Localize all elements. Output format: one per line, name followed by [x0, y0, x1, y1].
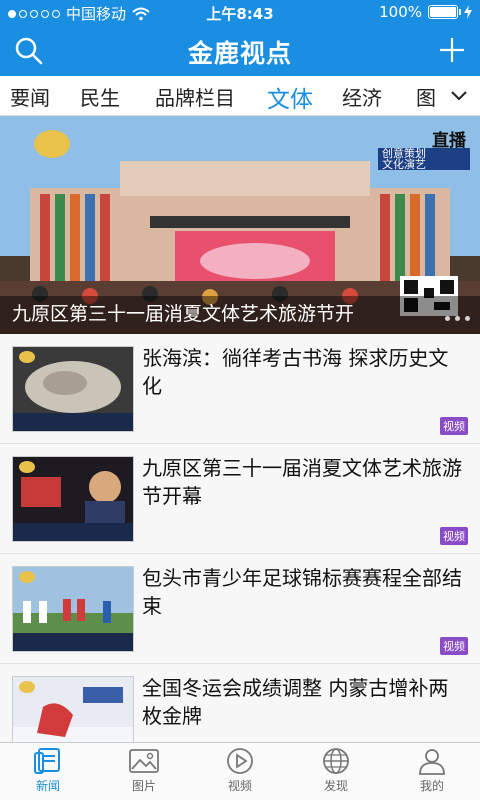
category-tabs: 要闻 民生 品牌栏目 文体 经济 图	[0, 76, 480, 116]
banner-caption: 九原区第三十一届消夏文体艺术旅游节开	[12, 303, 355, 325]
nav-profile[interactable]: 我的	[384, 747, 480, 794]
news-thumbnail	[12, 456, 134, 542]
status-bar: 中国移动 上午8:43 100%	[0, 0, 480, 24]
news-thumbnail	[12, 676, 134, 742]
nav-video[interactable]: 视频	[192, 747, 288, 794]
news-list: 张海滨：徜徉考古书海 探求历史文化 视频 九原区第三十一届消夏文体艺术旅游节开幕…	[0, 334, 480, 742]
plus-icon[interactable]	[438, 36, 466, 64]
battery-icon	[428, 5, 461, 19]
featured-banner[interactable]: 直播 创意策划 文化演艺 九原区第三十一届消夏文体艺术旅游节开	[0, 116, 480, 334]
app-header: 金鹿视点	[0, 24, 480, 76]
news-title: 包头市青少年足球锦标赛赛程全部结束	[142, 566, 462, 618]
list-item[interactable]: 全国冬运会成绩调整 内蒙古增补两枚金牌	[0, 664, 480, 742]
news-thumbnail	[12, 566, 134, 652]
battery-percent: 100%	[379, 3, 422, 21]
nav-images[interactable]: 图片	[96, 747, 192, 794]
tab-minsheng[interactable]: 民生	[80, 82, 120, 111]
image-icon	[129, 749, 159, 773]
expand-tabs-button[interactable]	[438, 76, 480, 115]
app-title: 金鹿视点	[187, 39, 292, 68]
top-bar: 中国移动 上午8:43 100% 金鹿视点	[0, 0, 480, 76]
tab-brand-columns[interactable]: 品牌栏目	[155, 82, 235, 111]
news-title: 全国冬运会成绩调整 内蒙古增补两枚金牌	[142, 676, 449, 728]
list-item[interactable]: 包头市青少年足球锦标赛赛程全部结束 视频	[0, 554, 480, 664]
nav-news[interactable]: 新闻	[0, 747, 96, 794]
nav-video-label: 视频	[227, 779, 252, 793]
play-icon	[227, 748, 253, 774]
tab-wenti[interactable]: 文体	[267, 80, 313, 114]
user-icon	[419, 749, 445, 775]
news-title: 张海滨：徜徉考古书海 探求历史文化	[142, 346, 449, 398]
nav-images-label: 图片	[131, 779, 156, 793]
news-thumbnail	[12, 346, 134, 432]
video-badge: 视频	[440, 637, 468, 655]
sponsor-tag: 创意策划 文化演艺	[378, 148, 470, 170]
chevron-down-icon	[451, 91, 467, 101]
charging-icon	[464, 5, 472, 19]
tab-tu[interactable]: 图	[416, 82, 436, 111]
carousel-indicator	[445, 316, 470, 321]
nav-discover-label: 发现	[323, 779, 348, 793]
list-item[interactable]: 九原区第三十一届消夏文体艺术旅游节开幕 视频	[0, 444, 480, 554]
globe-icon	[323, 748, 349, 774]
tab-jingji[interactable]: 经济	[342, 82, 382, 111]
nav-profile-label: 我的	[419, 779, 444, 793]
news-icon	[34, 748, 60, 774]
nav-discover[interactable]: 发现	[288, 747, 384, 794]
bottom-nav: 新闻 图片 视频 发现 我的	[0, 742, 480, 800]
nav-news-label: 新闻	[35, 779, 60, 793]
video-badge: 视频	[440, 417, 468, 435]
tab-yaowen[interactable]: 要闻	[10, 82, 50, 111]
video-badge: 视频	[440, 527, 468, 545]
list-item[interactable]: 张海滨：徜徉考古书海 探求历史文化 视频	[0, 334, 480, 444]
news-title: 九原区第三十一届消夏文体艺术旅游节开幕	[142, 456, 462, 508]
